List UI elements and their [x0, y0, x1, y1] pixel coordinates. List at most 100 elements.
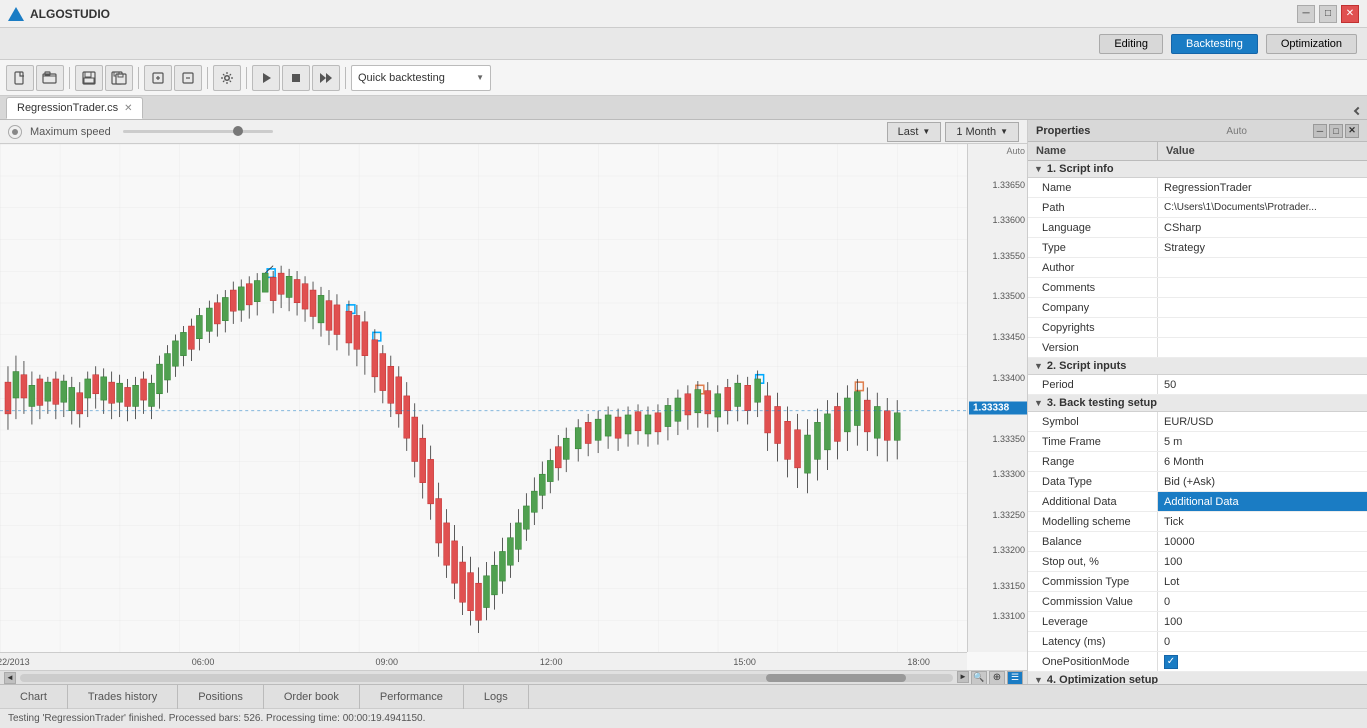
- bottom-tab-orderbook[interactable]: Order book: [264, 685, 360, 709]
- toolbar-separator-1: [69, 67, 70, 89]
- file-tab-close-0[interactable]: ✕: [124, 103, 132, 114]
- section-label-3: 3. Back testing setup: [1047, 397, 1157, 409]
- price-label-6: 1.33350: [992, 434, 1025, 444]
- delete-script-button[interactable]: [174, 65, 202, 91]
- section-optimization[interactable]: ▼ 4. Optimization setup: [1028, 672, 1367, 684]
- prop-row-commvalue: Commission Value 0: [1028, 592, 1367, 612]
- dropdown-arrow-icon: ▼: [476, 73, 484, 82]
- price-axis: Auto 1.33650 1.33600 1.33550 1.33500 1.3…: [967, 144, 1027, 652]
- chart-canvas-area[interactable]: Auto 1.33650 1.33600 1.33550 1.33500 1.3…: [0, 144, 1027, 652]
- x-label-0: 8/22/2013: [0, 657, 30, 667]
- zoom-in-button[interactable]: ⊕: [989, 671, 1005, 685]
- new-script-button[interactable]: [144, 65, 172, 91]
- collapse-icon-4: ▼: [1034, 675, 1043, 684]
- prop-row-onepositionmode: OnePositionMode: [1028, 652, 1367, 672]
- bottom-tab-logs[interactable]: Logs: [464, 685, 529, 709]
- quick-backtesting-label: Quick backtesting: [358, 72, 445, 84]
- properties-minimize-button[interactable]: ─: [1313, 124, 1327, 138]
- properties-value-col: Value: [1158, 142, 1367, 160]
- prop-row-commtype: Commission Type Lot: [1028, 572, 1367, 592]
- backtesting-mode-button[interactable]: Backtesting: [1171, 34, 1258, 54]
- period-button[interactable]: 1 Month ▼: [945, 122, 1019, 142]
- prop-row-balance: Balance 10000: [1028, 532, 1367, 552]
- properties-header: Name Value: [1028, 142, 1367, 161]
- speed-slider[interactable]: [123, 130, 273, 133]
- chart-section: Maximum speed Auto Last ▼ 1 Month ▼: [0, 120, 1027, 684]
- prop-row-version: Version: [1028, 338, 1367, 358]
- price-label-2: 1.33550: [992, 251, 1025, 261]
- close-button[interactable]: ✕: [1341, 5, 1359, 23]
- bottom-tab-chart[interactable]: Chart: [0, 685, 68, 709]
- x-label-2: 09:00: [376, 657, 399, 667]
- properties-close-button[interactable]: ✕: [1345, 124, 1359, 138]
- file-tabs: RegressionTrader.cs ✕: [0, 96, 1367, 120]
- price-label-5: 1.33400: [992, 373, 1025, 383]
- price-label-11: 1.33100: [992, 611, 1025, 621]
- scroll-track[interactable]: [20, 674, 953, 682]
- toolbar: Quick backtesting ▼: [0, 60, 1367, 96]
- auto-label-top: Auto: [1004, 144, 1027, 158]
- maximize-button[interactable]: □: [1319, 5, 1337, 23]
- price-label-10: 1.33150: [992, 581, 1025, 591]
- optimization-mode-button[interactable]: Optimization: [1266, 34, 1357, 54]
- prop-row-additionaldata: Additional Data Additional Data: [1028, 492, 1367, 512]
- scroll-left-arrow[interactable]: ◄: [4, 672, 16, 684]
- prop-row-modelling: Modelling scheme Tick: [1028, 512, 1367, 532]
- period-label: 1 Month: [956, 126, 996, 138]
- prop-row-latency: Latency (ms) 0: [1028, 632, 1367, 652]
- minimize-button[interactable]: ─: [1297, 5, 1315, 23]
- price-label-7: 1.33300: [992, 469, 1025, 479]
- section-back-testing[interactable]: ▼ 3. Back testing setup: [1028, 395, 1367, 412]
- open-files-button[interactable]: [36, 65, 64, 91]
- properties-maximize-button[interactable]: □: [1329, 124, 1343, 138]
- collapse-icon-1: ▼: [1034, 164, 1043, 174]
- section-script-info[interactable]: ▼ 1. Script info: [1028, 161, 1367, 178]
- properties-title-bar: Properties ─ □ ✕: [1028, 120, 1367, 142]
- prop-row-timeframe: Time Frame 5 m: [1028, 432, 1367, 452]
- speed-label: Maximum speed: [30, 126, 111, 138]
- save-button[interactable]: [75, 65, 103, 91]
- scroll-right-arrow[interactable]: ►: [957, 671, 969, 683]
- bottom-tab-performance[interactable]: Performance: [360, 685, 464, 709]
- chart-settings-button[interactable]: ☰: [1007, 671, 1023, 685]
- bottom-tab-trades[interactable]: Trades history: [68, 685, 178, 709]
- prop-row-datatype: Data Type Bid (+Ask): [1028, 472, 1367, 492]
- status-bar: Testing 'RegressionTrader' finished. Pro…: [0, 708, 1367, 728]
- settings-button[interactable]: [213, 65, 241, 91]
- current-price-label: 1.33338: [969, 402, 1027, 415]
- prop-row-period: Period 50: [1028, 375, 1367, 395]
- x-label-1: 06:00: [192, 657, 215, 667]
- chart-scrollbar: ◄ ► 🔍 ⊕ ☰: [0, 670, 1027, 684]
- resume-button[interactable]: [312, 65, 340, 91]
- last-button[interactable]: Last ▼: [887, 122, 942, 142]
- new-file-button[interactable]: [6, 65, 34, 91]
- speed-circle-icon: [8, 125, 22, 139]
- prop-row-range: Range 6 Month: [1028, 452, 1367, 472]
- price-label-4: 1.33450: [992, 332, 1025, 342]
- prop-row-author: Author: [1028, 258, 1367, 278]
- section-script-inputs[interactable]: ▼ 2. Script inputs: [1028, 358, 1367, 375]
- speed-slider-knob[interactable]: [233, 126, 243, 136]
- prop-row-company: Company: [1028, 298, 1367, 318]
- stop-button[interactable]: [282, 65, 310, 91]
- bottom-tab-positions[interactable]: Positions: [178, 685, 264, 709]
- prop-row-name: Name RegressionTrader: [1028, 178, 1367, 198]
- play-button[interactable]: [252, 65, 280, 91]
- prop-row-stopout: Stop out, % 100: [1028, 552, 1367, 572]
- quick-backtesting-dropdown[interactable]: Quick backtesting ▼: [351, 65, 491, 91]
- file-tab-0[interactable]: RegressionTrader.cs ✕: [6, 97, 143, 119]
- collapse-icon-2: ▼: [1034, 361, 1043, 371]
- title-bar: ALGOSTUDIO ─ □ ✕: [0, 0, 1367, 28]
- last-arrow-icon: ▼: [922, 127, 930, 136]
- toolbar-separator-5: [345, 67, 346, 89]
- section-label-4: 4. Optimization setup: [1047, 674, 1158, 684]
- save-all-button[interactable]: [105, 65, 133, 91]
- prop-row-path: Path C:\Users\1\Documents\Protrader...: [1028, 198, 1367, 218]
- properties-panel: Properties ─ □ ✕ Name Value ▼ 1. Script …: [1027, 120, 1367, 684]
- scroll-thumb[interactable]: [766, 674, 906, 682]
- last-label: Last: [898, 126, 919, 138]
- zoom-out-button[interactable]: 🔍: [971, 671, 987, 685]
- onepositionmode-checkbox[interactable]: [1164, 655, 1178, 669]
- prop-row-comments: Comments: [1028, 278, 1367, 298]
- editing-mode-button[interactable]: Editing: [1099, 34, 1163, 54]
